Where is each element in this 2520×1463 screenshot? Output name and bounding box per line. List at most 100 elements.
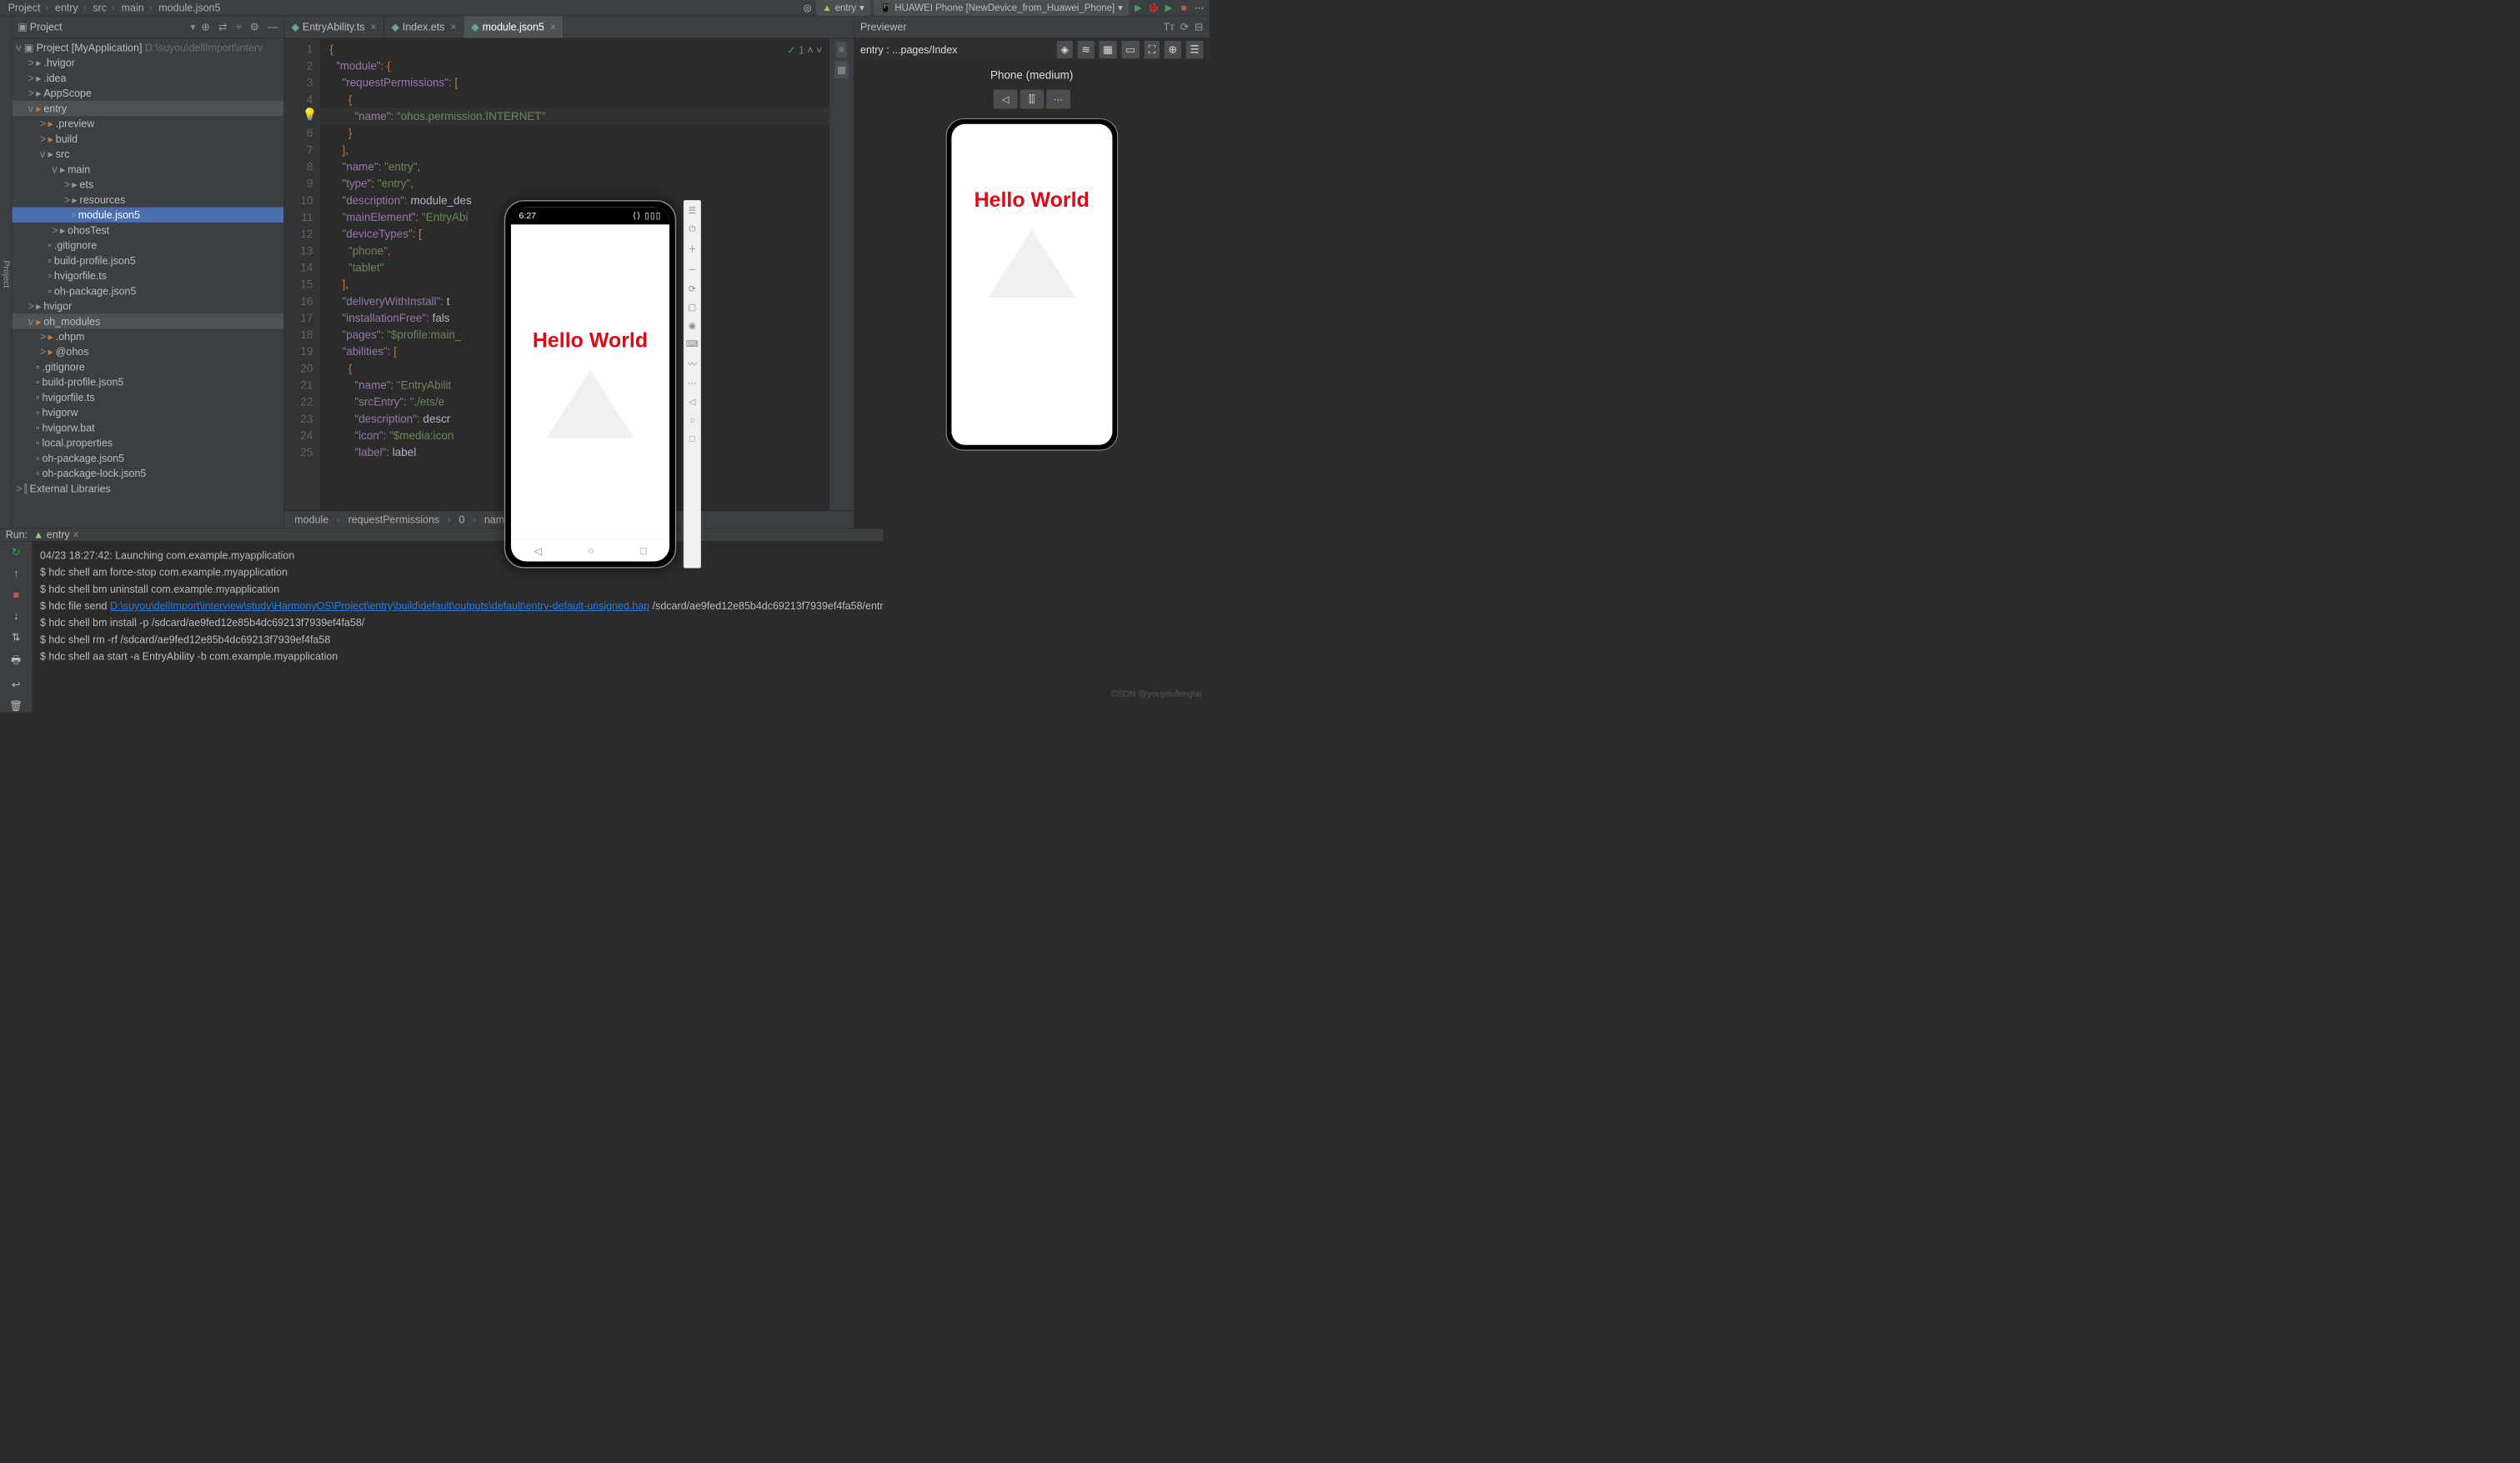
inspect-icon[interactable]: ◈	[1057, 41, 1073, 58]
locate-icon[interactable]: ⊕	[201, 21, 209, 33]
font-icon[interactable]: Tт	[1164, 21, 1175, 33]
crumb-project[interactable]: Project	[5, 2, 52, 14]
emu-menu-icon[interactable]: ☰	[689, 205, 696, 215]
nav-home-icon[interactable]: ○	[588, 544, 594, 557]
emu-power-icon[interactable]: ⏻	[689, 223, 695, 233]
tree-item-hvigor[interactable]: >▸hvigor	[12, 298, 283, 313]
tree-item-oh-package.json5[interactable]: ▫oh-package.json5	[12, 283, 283, 298]
crumb-src[interactable]: src	[90, 2, 118, 14]
collapse-icon[interactable]: ÷	[236, 21, 242, 33]
tree-item-hvigorw[interactable]: ▫hvigorw	[12, 405, 283, 420]
tree-item-@ohos[interactable]: >▸@ohos	[12, 344, 283, 359]
tree-item-ets[interactable]: >▸ets	[12, 177, 283, 192]
crumb-entry[interactable]: entry	[52, 2, 89, 14]
tree-item-build[interactable]: >▸build	[12, 131, 283, 146]
preview-icon[interactable]: ▦	[834, 62, 849, 78]
print-icon[interactable]: 🖶	[11, 652, 21, 669]
tree-item-oh_modules[interactable]: v▸oh_modules	[12, 313, 283, 328]
tree-item-AppScope[interactable]: >▸AppScope	[12, 86, 283, 101]
tree-item-main[interactable]: v▸main	[12, 162, 283, 177]
menu-icon[interactable]: ☰	[1186, 41, 1204, 58]
target-icon[interactable]: ◎	[802, 3, 813, 13]
view-mode-icon[interactable]: ≡	[836, 42, 846, 58]
tree-item-resources[interactable]: >▸resources	[12, 192, 283, 207]
code-status[interactable]: ✓ 1 ˄ ˅	[787, 42, 822, 58]
tree-item-build-profile.json5[interactable]: ▫build-profile.json5	[12, 374, 283, 389]
up-icon[interactable]: ↑	[13, 568, 18, 580]
down-icon[interactable]: ↓	[13, 610, 18, 623]
rerun-icon[interactable]: ↻	[12, 546, 20, 559]
expand-icon[interactable]: ⇄	[218, 21, 227, 33]
close-icon[interactable]: ×	[550, 21, 556, 33]
stop-icon[interactable]: ■	[13, 589, 19, 601]
tree-item-.ohpm[interactable]: >▸.ohpm	[12, 329, 283, 344]
more-icon[interactable]: ⋯	[1194, 3, 1205, 13]
emu-nav-recent-icon[interactable]: □	[689, 433, 694, 443]
tree-item-.gitignore[interactable]: ▫.gitignore	[12, 359, 283, 374]
trash-icon[interactable]: 🗑	[9, 700, 23, 713]
wrap-icon[interactable]: ↩	[12, 679, 20, 691]
emu-rotate-icon[interactable]: ⟳	[689, 283, 696, 293]
project-tree[interactable]: v▣ Project [MyApplication] D:\suyou\dell…	[12, 38, 283, 529]
tree-item-.idea[interactable]: >▸.idea	[12, 70, 283, 85]
tree-item-hvigorfile.ts[interactable]: ▫hvigorfile.ts	[12, 390, 283, 405]
device-dropdown[interactable]: 📱HUAWEI Phone [NewDevice_from_Huawei_Pho…	[874, 0, 1129, 16]
close-icon[interactable]: ⊟	[1195, 21, 1203, 33]
run-output[interactable]: 04/23 18:27:42: Launching com.example.my…	[32, 541, 883, 712]
grid-icon[interactable]: ▦	[1099, 41, 1116, 58]
run-icon[interactable]: ▶	[1133, 3, 1144, 13]
emu-volup-icon[interactable]: ＋	[688, 242, 697, 254]
hide-icon[interactable]: —	[268, 21, 278, 33]
project-tool[interactable]: Project	[1, 260, 11, 288]
tree-item-module.json5[interactable]: ▫module.json5	[12, 208, 283, 223]
tab-module.json5[interactable]: ◆module.json5×	[464, 16, 564, 38]
close-icon[interactable]: ×	[450, 21, 456, 33]
tree-root[interactable]: v▣ Project [MyApplication] D:\suyou\dell…	[12, 40, 283, 55]
tree-item-oh-package.json5[interactable]: ▫oh-package.json5	[12, 450, 283, 465]
tree-item-entry[interactable]: v▸entry	[12, 101, 283, 116]
tree-item-hvigorw.bat[interactable]: ▫hvigorw.bat	[12, 420, 283, 435]
panel-title[interactable]: Project	[30, 21, 191, 33]
emulator-window[interactable]: 6:27 ⟨⟩ ▯▯▯ Hello World ◁ ○ □ ☰ ⏻ ＋ － ⟳ …	[504, 200, 701, 569]
rotate-icon[interactable]: ⫿⫿	[1020, 90, 1044, 109]
stop-icon[interactable]: ■	[1179, 3, 1190, 13]
emu-location-icon[interactable]: ◉	[689, 320, 696, 330]
zoom-icon[interactable]: ⊕	[1165, 41, 1181, 58]
tree-item-ohosTest[interactable]: >▸ohosTest	[12, 223, 283, 238]
crumb-main[interactable]: main	[118, 2, 156, 14]
tab-EntryAbility.ts[interactable]: ◆EntryAbility.ts×	[284, 16, 384, 38]
emulator-navbar[interactable]: ◁ ○ □	[511, 540, 669, 562]
tree-item-External Libraries[interactable]: >⫿External Libraries	[12, 481, 283, 496]
nav-back-icon[interactable]: ◁	[534, 544, 543, 557]
tree-item-.preview[interactable]: >▸.preview	[12, 116, 283, 131]
tree-item-.hvigor[interactable]: >▸.hvigor	[12, 55, 283, 70]
fit-icon[interactable]: ⛶	[1145, 41, 1160, 58]
settings-icon[interactable]: ⚙	[250, 21, 259, 33]
nav-recent-icon[interactable]: □	[640, 544, 647, 557]
more-icon[interactable]: ⋯	[1046, 90, 1070, 109]
emu-shake-icon[interactable]: 〰	[688, 358, 697, 370]
tree-item-.gitignore[interactable]: ▫.gitignore	[12, 238, 283, 253]
debug-icon[interactable]: 🐞	[1148, 3, 1159, 13]
run-tab-name[interactable]: entry	[47, 529, 70, 541]
tree-item-local.properties[interactable]: ▫local.properties	[12, 435, 283, 450]
emu-voldown-icon[interactable]: －	[688, 263, 697, 275]
close-icon[interactable]: ×	[73, 529, 78, 541]
orient-icon[interactable]: ▭	[1121, 41, 1139, 58]
bulb-icon[interactable]: 💡	[303, 107, 318, 123]
emu-keyboard-icon[interactable]: ⌨	[686, 339, 699, 349]
refresh-icon[interactable]: ⟳	[1180, 21, 1189, 33]
crumb-file[interactable]: module.json5	[155, 2, 223, 14]
layers-icon[interactable]: ≋	[1078, 41, 1095, 58]
run-config-dropdown[interactable]: ▲entry▾	[816, 0, 870, 16]
emu-screenshot-icon[interactable]: ▢	[688, 302, 696, 312]
emu-nav-home-icon[interactable]: ○	[689, 415, 694, 425]
filter-icon[interactable]: ⇅	[12, 631, 20, 644]
tree-item-hvigorfile.ts[interactable]: ▫hvigorfile.ts	[12, 268, 283, 283]
back-icon[interactable]: ◁	[994, 90, 1018, 109]
tree-item-src[interactable]: v▸src	[12, 147, 283, 162]
tree-item-build-profile.json5[interactable]: ▫build-profile.json5	[12, 253, 283, 268]
close-icon[interactable]: ×	[370, 21, 376, 33]
tab-Index.ets[interactable]: ◆Index.ets×	[384, 16, 464, 38]
emu-more-icon[interactable]: ⋯	[688, 378, 697, 388]
